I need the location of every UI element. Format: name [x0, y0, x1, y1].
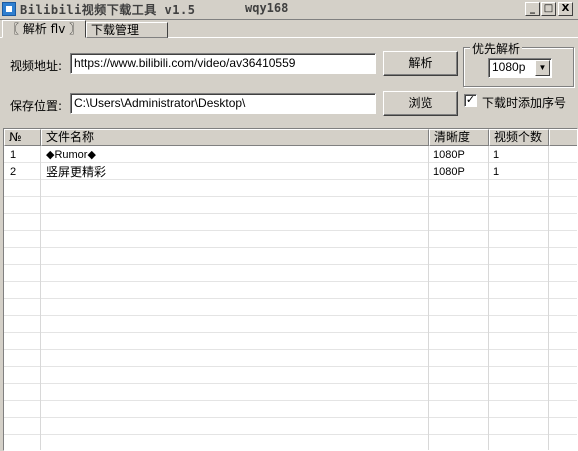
- list-header: № 文件名称 清晰度 视频个数: [4, 129, 577, 146]
- chevron-down-icon[interactable]: ▼: [535, 60, 550, 76]
- app-icon: [2, 2, 16, 16]
- col-divider: [428, 146, 429, 450]
- row-quality: 1080P: [433, 166, 465, 178]
- col-divider: [548, 146, 549, 450]
- col-header-no[interactable]: №: [4, 129, 41, 146]
- col-divider: [40, 146, 41, 450]
- file-list[interactable]: № 文件名称 清晰度 视频个数 1 ◆Rumor◆ 1080P 1 2 竖屏更精…: [3, 128, 578, 451]
- title-bar: Bilibili视频下载工具 v1.5 wqy168 _ □ X: [0, 0, 578, 20]
- window-title: Bilibili视频下载工具 v1.5: [20, 3, 196, 17]
- quality-select-value: 1080p: [492, 60, 526, 74]
- row-filename: 竖屏更精彩: [46, 165, 107, 179]
- col-header-filler: [549, 129, 577, 146]
- row-no: 2: [10, 166, 17, 178]
- row-count: 1: [493, 166, 500, 178]
- table-row[interactable]: 2 竖屏更精彩 1080P 1: [4, 164, 577, 180]
- list-grid: [4, 146, 577, 450]
- row-quality: 1080P: [433, 149, 465, 161]
- tab-parse-flv[interactable]: 〖 解析 flv 〗: [2, 20, 86, 38]
- url-input[interactable]: https://www.bilibili.com/video/av3641055…: [70, 53, 376, 74]
- row-filename: ◆Rumor◆: [46, 149, 96, 161]
- parse-button[interactable]: 解析: [383, 51, 458, 76]
- save-label: 保存位置:: [10, 99, 63, 113]
- save-path-input[interactable]: C:\Users\Administrator\Desktop\: [70, 93, 376, 114]
- tab-strip: 〖 解析 flv 〗 下载管理: [0, 20, 578, 38]
- add-index-checkbox[interactable]: ✓: [464, 94, 477, 107]
- col-divider: [488, 146, 489, 450]
- quality-select[interactable]: 1080p ▼: [488, 58, 552, 78]
- url-label: 视频地址:: [10, 59, 63, 73]
- minimize-button[interactable]: _: [525, 2, 540, 16]
- col-header-count[interactable]: 视频个数: [489, 129, 549, 146]
- maximize-button[interactable]: □: [541, 2, 556, 16]
- close-button[interactable]: X: [558, 2, 573, 16]
- col-header-filename[interactable]: 文件名称: [41, 129, 429, 146]
- checkmark-icon: ✓: [465, 93, 476, 106]
- browse-button[interactable]: 浏览: [383, 91, 458, 116]
- row-no: 1: [10, 149, 17, 161]
- window-user: wqy168: [245, 1, 289, 15]
- add-index-label[interactable]: 下载时添加序号: [482, 94, 566, 111]
- tab-download-manager[interactable]: 下载管理: [86, 22, 168, 38]
- priority-group-title: 优先解析: [470, 40, 523, 57]
- col-header-quality[interactable]: 清晰度: [429, 129, 489, 146]
- row-count: 1: [493, 149, 500, 161]
- table-row[interactable]: 1 ◆Rumor◆ 1080P 1: [4, 147, 577, 163]
